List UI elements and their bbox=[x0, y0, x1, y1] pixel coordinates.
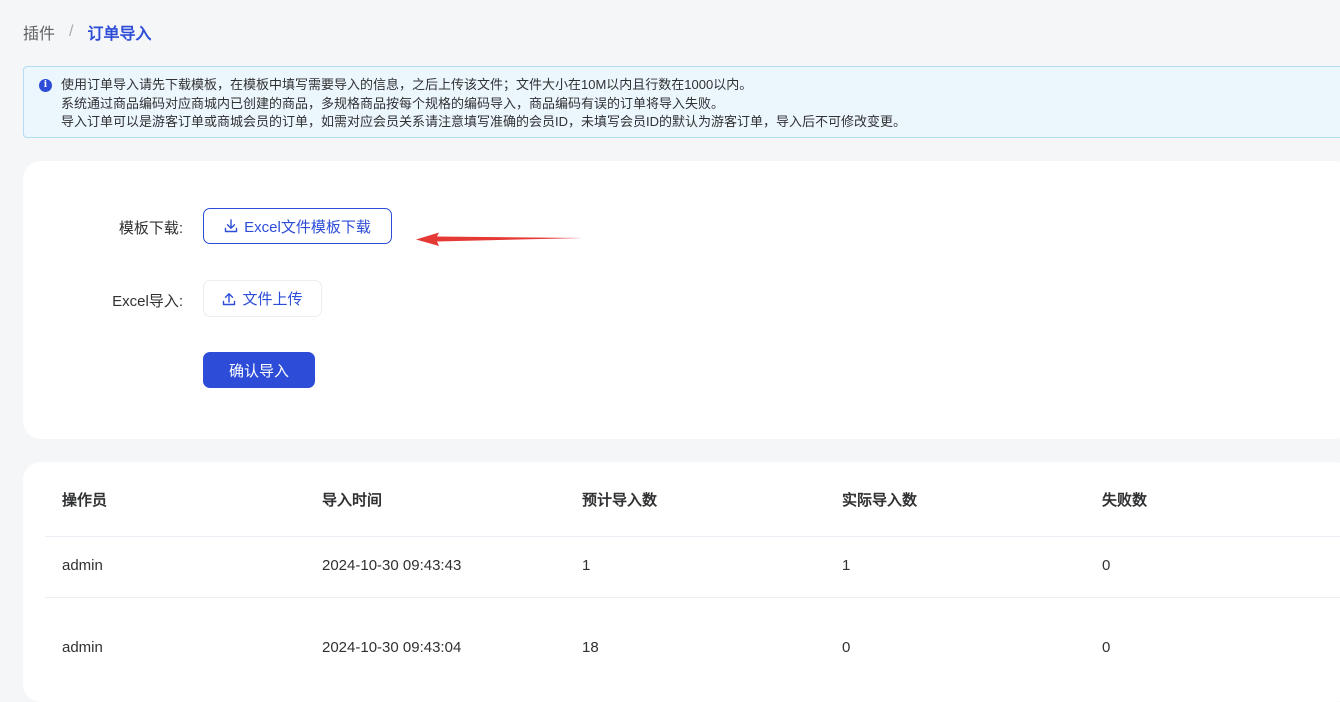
cell-failed-count: 0 bbox=[1102, 639, 1111, 656]
notice-line: 系统通过商品编码对应商城内已创建的商品，多规格商品按每个规格的编码导入，商品编码… bbox=[61, 95, 725, 111]
column-header-import-time: 导入时间 bbox=[322, 492, 383, 509]
table-row: admin 2024-10-30 09:43:43 1 1 0 bbox=[45, 537, 1340, 598]
column-header-failed-count: 失败数 bbox=[1102, 492, 1148, 509]
cell-failed-count: 0 bbox=[1102, 557, 1111, 574]
cell-operator: admin bbox=[62, 557, 103, 574]
breadcrumb-separator: / bbox=[69, 23, 74, 40]
column-header-expected-count: 预计导入数 bbox=[582, 492, 658, 509]
breadcrumb-current: 订单导入 bbox=[87, 26, 152, 43]
template-download-label: 模板下载: bbox=[118, 220, 183, 237]
import-form-card: 模板下载: Excel文件模板下载 Excel导入: 文件上传 确认导入 bbox=[23, 161, 1340, 439]
excel-import-label: Excel导入: bbox=[112, 293, 183, 310]
cell-import-time: 2024-10-30 09:43:43 bbox=[322, 557, 462, 574]
cell-actual-count: 1 bbox=[842, 557, 851, 574]
notice-line: 使用订单导入请先下载模板，在模板中填写需要导入的信息，之后上传该文件；文件大小在… bbox=[61, 77, 753, 92]
notice-line: 导入订单可以是游客订单或商城会员的订单，如需对应会员关系请注意填写准确的会员ID… bbox=[61, 114, 907, 129]
confirm-import-button[interactable]: 确认导入 bbox=[203, 352, 315, 388]
column-header-actual-count: 实际导入数 bbox=[842, 492, 918, 509]
template-download-button-label: Excel文件模板下载 bbox=[244, 218, 371, 236]
cell-operator: admin bbox=[62, 639, 103, 656]
template-download-button[interactable]: Excel文件模板下载 bbox=[203, 208, 392, 244]
red-arrow-annotation bbox=[416, 232, 583, 246]
cell-expected-count: 18 bbox=[582, 639, 599, 656]
breadcrumb: 插件 / 订单导入 bbox=[23, 20, 151, 44]
cell-import-time: 2024-10-30 09:43:04 bbox=[322, 639, 462, 656]
download-icon bbox=[224, 219, 238, 233]
import-history-table: 操作员 导入时间 预计导入数 实际导入数 失败数 admin 2024-10-3… bbox=[23, 462, 1340, 702]
file-upload-button-label: 文件上传 bbox=[242, 291, 303, 308]
breadcrumb-parent[interactable]: 插件 bbox=[23, 20, 55, 44]
cell-expected-count: 1 bbox=[582, 557, 591, 574]
cell-actual-count: 0 bbox=[842, 639, 851, 656]
column-header-operator: 操作员 bbox=[62, 492, 108, 509]
table-header: 操作员 导入时间 预计导入数 实际导入数 失败数 bbox=[45, 462, 1340, 537]
import-notice: i 使用订单导入请先下载模板，在模板中填写需要导入的信息，之后上传该文件；文件大… bbox=[23, 66, 1340, 138]
table-row: admin 2024-10-30 09:43:04 18 0 0 bbox=[45, 598, 1340, 688]
file-upload-button[interactable]: 文件上传 bbox=[203, 280, 322, 317]
info-icon: i bbox=[39, 79, 52, 92]
upload-icon bbox=[223, 292, 236, 305]
